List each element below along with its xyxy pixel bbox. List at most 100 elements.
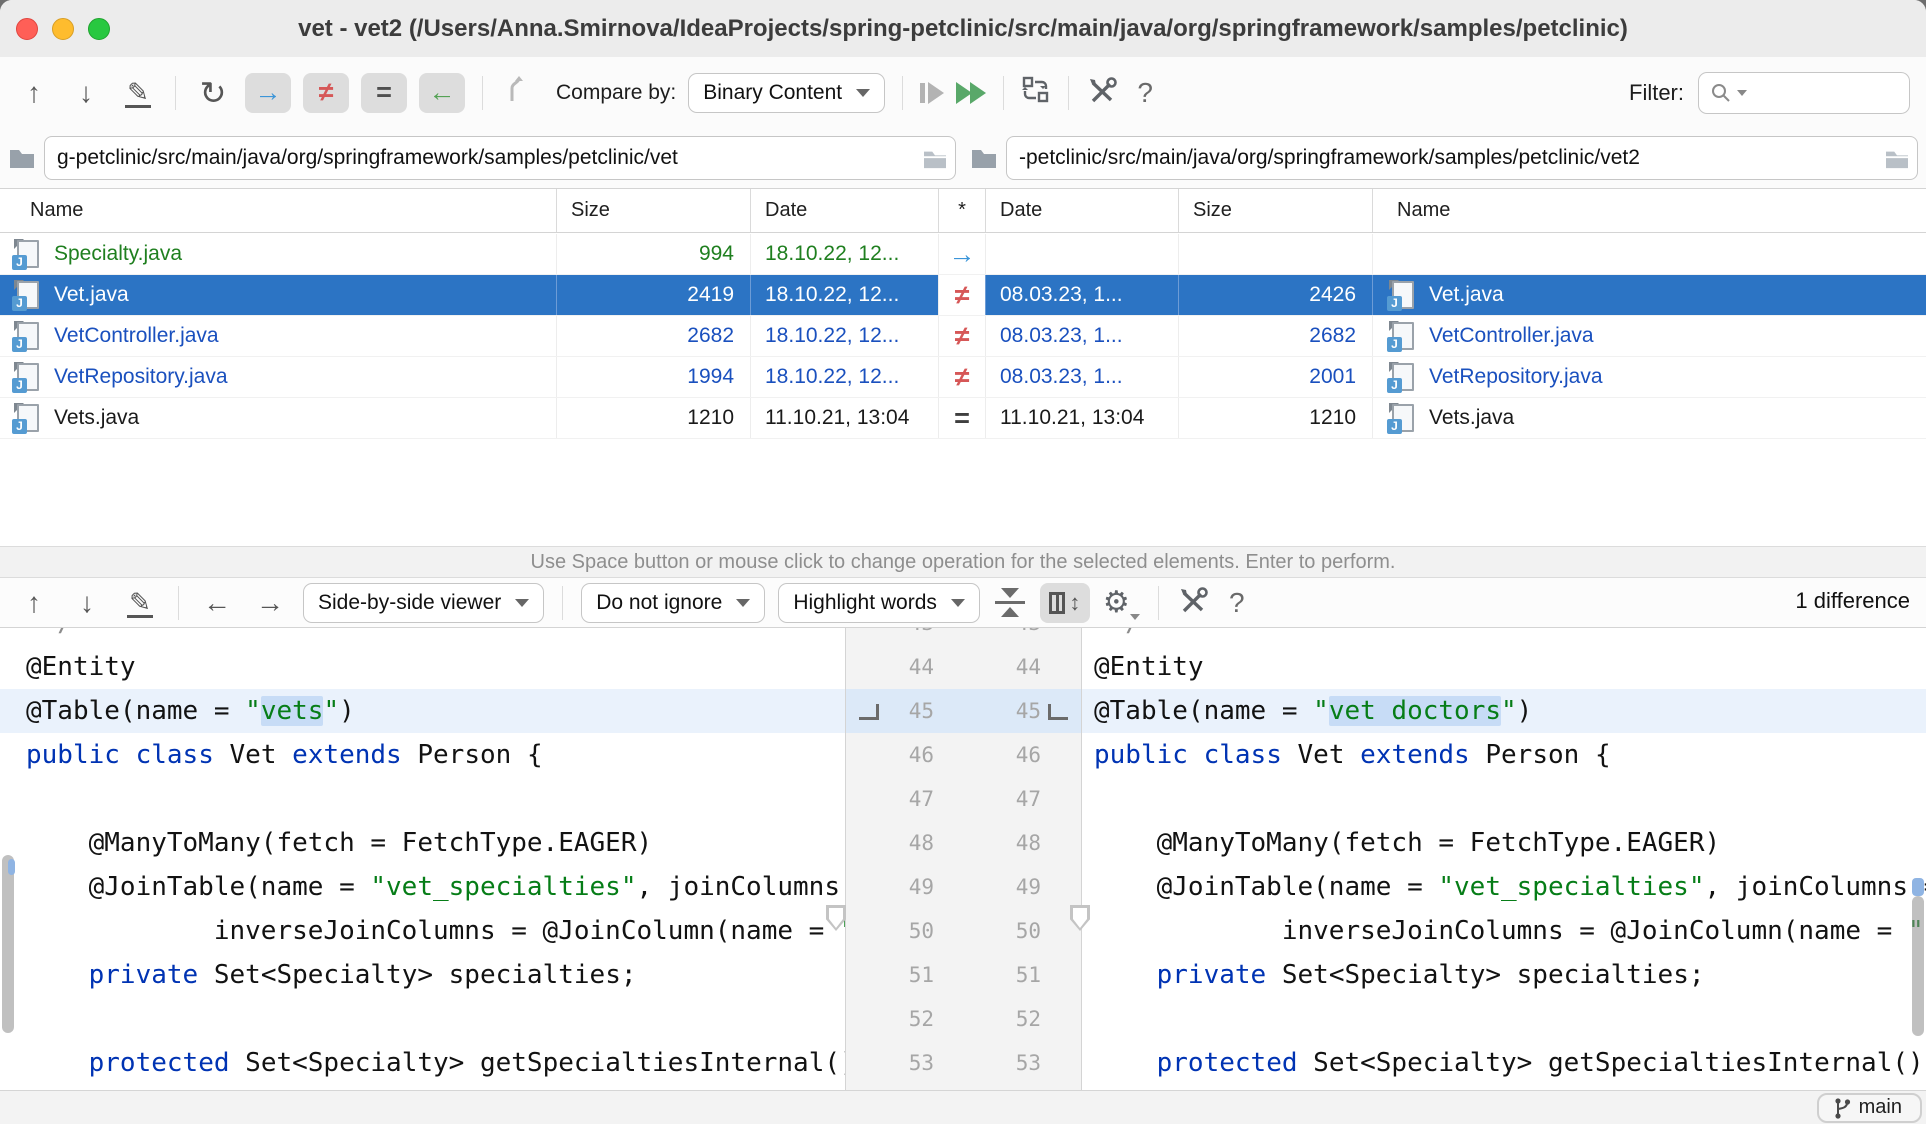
operation-icon[interactable]: = xyxy=(938,398,985,438)
search-options-chevron-icon[interactable] xyxy=(1737,90,1747,96)
synchronize-all-button[interactable] xyxy=(956,82,986,104)
code-line xyxy=(1082,777,1926,821)
fold-marker-icon[interactable] xyxy=(826,905,846,931)
hint-bar: Use Space button or mouse click to chang… xyxy=(0,546,1926,578)
operation-icon[interactable]: ≠ xyxy=(938,275,985,315)
diff-gutter: 4343444445454646474748484949505051515252… xyxy=(845,628,1082,1090)
git-branch-name: main xyxy=(1859,1096,1902,1119)
compare-previous-file-button[interactable]: ← xyxy=(197,587,237,619)
gutter-line-numbers: 4848 xyxy=(846,821,1081,865)
table-row[interactable]: JVet.java241918.10.22, 12...≠08.03.23, 1… xyxy=(0,275,1926,316)
compare-by-value: Binary Content xyxy=(703,81,842,105)
right-path-input[interactable] xyxy=(1006,136,1918,180)
column-header-date-left[interactable]: Date xyxy=(750,189,938,232)
code-line: @JoinTable(name = "vet_specialties", joi… xyxy=(1082,865,1926,909)
code-line: @Table(name = "vet doctors") xyxy=(1082,689,1926,733)
operation-icon[interactable]: → xyxy=(938,234,985,274)
file-name-left: JVetRepository.java xyxy=(0,357,556,397)
merge-icon[interactable] xyxy=(500,75,530,110)
file-date-left: 11.10.21, 13:04 xyxy=(750,398,938,438)
gutter-line-numbers: 5252 xyxy=(846,997,1081,1041)
fold-marker-icon[interactable] xyxy=(1070,905,1090,931)
file-name-right: JVetRepository.java xyxy=(1372,357,1926,397)
file-size-right: 2001 xyxy=(1178,357,1372,397)
file-table-header: Name Size Date * Date Size Name xyxy=(0,188,1926,233)
filter-group: Filter: xyxy=(1629,72,1910,114)
next-difference-button[interactable]: ↓ xyxy=(66,77,106,109)
git-branch-icon xyxy=(1831,1096,1851,1120)
browse-folder-icon[interactable] xyxy=(922,148,948,175)
browse-folder-icon[interactable] xyxy=(1884,148,1910,175)
editor-settings-button[interactable]: ⚙ xyxy=(1103,585,1140,620)
file-date-right: 08.03.23, 1... xyxy=(985,316,1178,356)
synchronize-selected-button[interactable] xyxy=(920,82,944,104)
git-branch-widget[interactable]: main xyxy=(1817,1093,1922,1123)
swap-sides-icon[interactable] xyxy=(1021,75,1051,110)
file-size-right: 2426 xyxy=(1178,275,1372,315)
collapse-unchanged-button[interactable] xyxy=(993,588,1027,617)
next-change-button[interactable]: ↓ xyxy=(67,587,107,619)
filter-equal-files-toggle[interactable]: = xyxy=(361,73,407,113)
file-name-left: JVets.java xyxy=(0,398,556,438)
folder-icon xyxy=(8,146,36,170)
jump-to-source-button[interactable]: ✎ xyxy=(120,587,160,618)
table-row[interactable]: JVets.java121011.10.21, 13:04=11.10.21, … xyxy=(0,398,1926,439)
compare-next-file-button[interactable]: → xyxy=(250,587,290,619)
filter-search-input[interactable] xyxy=(1698,72,1910,114)
column-header-size-right[interactable]: Size xyxy=(1178,189,1372,232)
filter-different-files-toggle[interactable]: ≠ xyxy=(303,73,349,113)
table-row[interactable]: JVetController.java268218.10.22, 12...≠0… xyxy=(0,316,1926,357)
help-icon[interactable]: ? xyxy=(1130,77,1160,109)
diff-left-pane[interactable]: */@Entity@Table(name = "vets")public cla… xyxy=(0,628,845,1090)
compare-by-dropdown[interactable]: Binary Content xyxy=(688,73,885,113)
code-line: inverseJoinColumns = @JoinColumn(name = … xyxy=(0,909,845,953)
code-line: */ xyxy=(1082,628,1926,645)
window-title: vet - vet2 (/Users/Anna.Smirnova/IdeaPro… xyxy=(0,15,1926,43)
code-line: @Entity xyxy=(0,645,845,689)
highlight-mode-value: Highlight words xyxy=(793,591,937,615)
left-path-input[interactable] xyxy=(44,136,956,180)
operation-icon[interactable]: ≠ xyxy=(938,316,985,356)
previous-change-button[interactable]: ↑ xyxy=(14,587,54,619)
column-header-name-left[interactable]: Name xyxy=(0,189,556,232)
code-line xyxy=(0,997,845,1041)
code-line: @JoinTable(name = "vet_specialties", joi… xyxy=(0,865,845,909)
search-icon xyxy=(1709,81,1733,105)
left-scrollbar-thumb[interactable] xyxy=(2,855,14,1033)
filter-new-files-toggle[interactable]: → xyxy=(245,73,291,113)
column-header-operation[interactable]: * xyxy=(938,189,985,232)
right-path-group xyxy=(970,136,1918,180)
diff-right-pane[interactable]: */@Entity@Table(name = "vet doctors")pub… xyxy=(1082,628,1926,1090)
previous-difference-button[interactable]: ↑ xyxy=(14,77,54,109)
column-header-name-right[interactable]: Name xyxy=(1372,189,1926,232)
file-size-left: 994 xyxy=(556,234,750,274)
highlight-mode-dropdown[interactable]: Highlight words xyxy=(778,583,980,623)
table-row[interactable]: JVetRepository.java199418.10.22, 12...≠0… xyxy=(0,357,1926,398)
file-date-right: 11.10.21, 13:04 xyxy=(985,398,1178,438)
gutter-line-numbers: 4343 xyxy=(846,628,1081,645)
filter-newer-right-toggle[interactable]: ← xyxy=(419,73,465,113)
file-date-left: 18.10.22, 12... xyxy=(750,316,938,356)
column-header-size-left[interactable]: Size xyxy=(556,189,750,232)
tools-icon[interactable] xyxy=(1177,585,1209,620)
gutter-line-numbers: 5050 xyxy=(846,909,1081,953)
synchronize-scrolling-toggle[interactable]: ↕ xyxy=(1040,583,1090,623)
up-down-arrow-icon: ↕ xyxy=(1069,590,1080,616)
edit-button[interactable]: ✎ xyxy=(118,77,158,108)
help-icon[interactable]: ? xyxy=(1222,587,1252,619)
file-size-left: 2682 xyxy=(556,316,750,356)
refresh-button[interactable]: ↻ xyxy=(193,74,233,112)
operation-icon[interactable]: ≠ xyxy=(938,357,985,397)
java-file-icon: J xyxy=(1387,362,1415,393)
code-line xyxy=(0,777,845,821)
right-scrollbar-thumb[interactable] xyxy=(1912,896,1924,1036)
table-row[interactable]: JSpecialty.java99418.10.22, 12...→ xyxy=(0,234,1926,275)
viewer-mode-dropdown[interactable]: Side-by-side viewer xyxy=(303,583,544,623)
tools-icon[interactable] xyxy=(1086,75,1118,110)
separator xyxy=(1068,76,1069,110)
column-header-date-right[interactable]: Date xyxy=(985,189,1178,232)
code-line: @Table(name = "vets") xyxy=(0,689,845,733)
whitespace-policy-dropdown[interactable]: Do not ignore xyxy=(581,583,765,623)
file-date-right: 08.03.23, 1... xyxy=(985,275,1178,315)
left-path-group xyxy=(8,136,956,180)
